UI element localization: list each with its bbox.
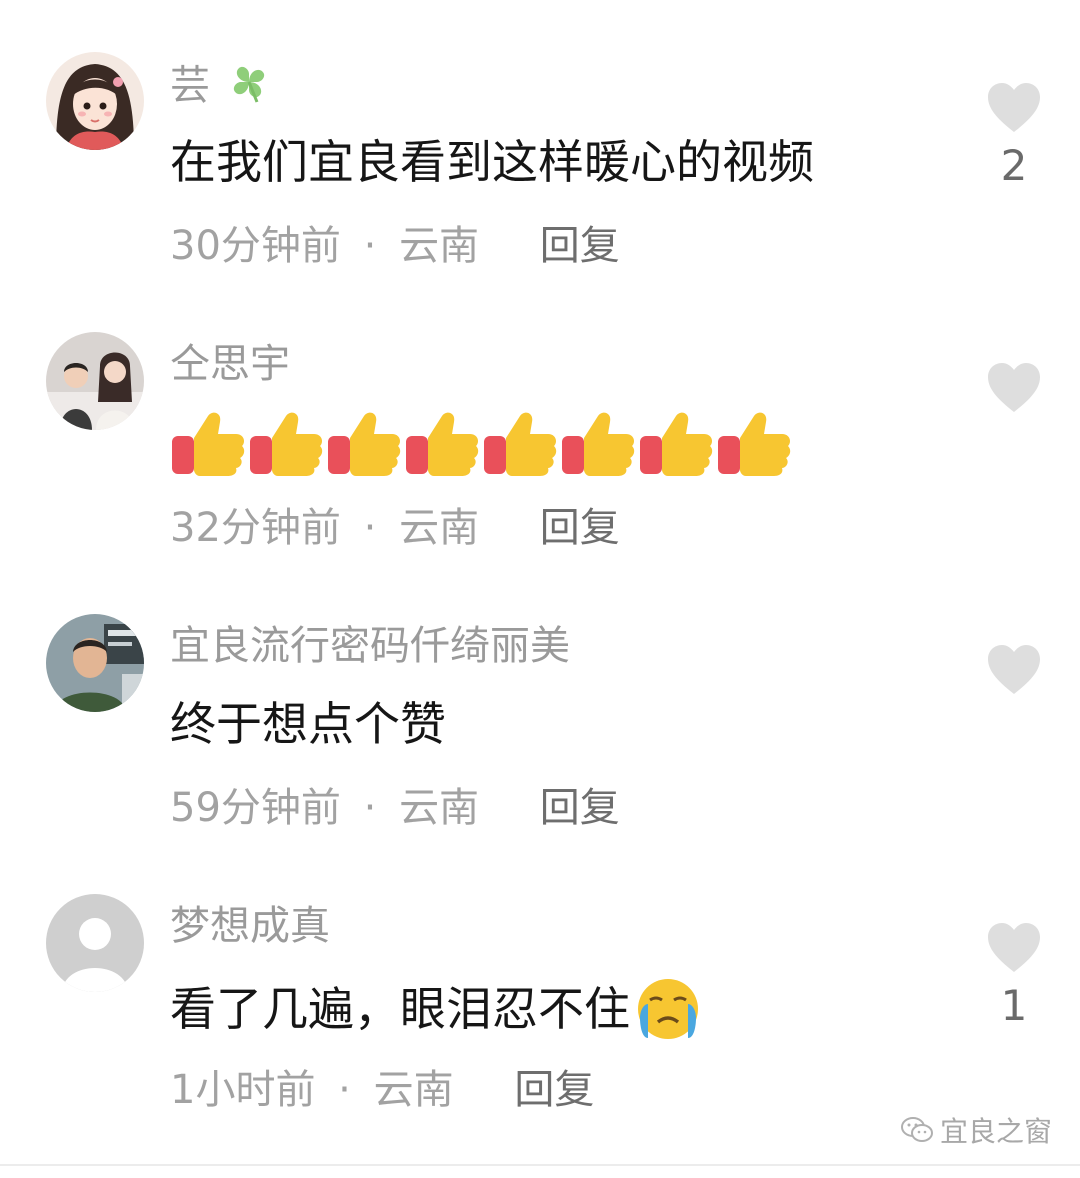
comment-location: 云南 [399, 505, 480, 551]
meta-separator: · [363, 785, 377, 831]
reply-button[interactable]: 回复 [540, 223, 620, 269]
comment-meta: 59分钟前 · 云南 回复 [170, 784, 620, 832]
username[interactable]: 仝思宇 [170, 340, 290, 388]
four-leaf-clover-icon [227, 60, 271, 115]
heart-icon [988, 83, 1040, 132]
comment-item: 仝思宇 32分钟前 · 云南 回复 [0, 290, 1080, 570]
avatar[interactable] [46, 332, 144, 430]
comment-text: 看了几遍，眼泪忍不住 [170, 982, 630, 1036]
comment-location: 云南 [399, 785, 480, 831]
watermark: 宜良之窗 [900, 1110, 1052, 1150]
avatar[interactable] [46, 52, 144, 150]
comment-text: 终于想点个赞 [170, 697, 446, 751]
meta-separator: · [338, 1067, 351, 1113]
username[interactable]: 宜良流行密码仟绮丽美 [170, 622, 570, 670]
bottom-divider [0, 1164, 1080, 1166]
comment-text: 在我们宜良看到这样暖心的视频 [170, 135, 814, 189]
comment-time: 1小时前 [170, 1067, 316, 1113]
username[interactable]: 芸 [170, 60, 271, 115]
comment-time: 32分钟前 [170, 505, 341, 551]
thumbs-up-emoji [640, 412, 713, 476]
thumbs-up-emoji [328, 412, 401, 476]
loudly-crying-face-emoji [638, 979, 698, 1039]
comment-meta: 30分钟前 · 云南 回复 [170, 222, 620, 270]
avatar[interactable] [46, 894, 144, 992]
comment-text-row: 看了几遍，眼泪忍不住 [170, 976, 704, 1042]
like-button[interactable]: 2 [984, 82, 1044, 190]
like-button[interactable]: 1 [984, 922, 1044, 1030]
thumbs-up-emoji [250, 412, 323, 476]
avatar[interactable] [46, 614, 144, 712]
thumbs-up-emoji [406, 412, 479, 476]
comment-location: 云南 [399, 223, 480, 269]
thumbs-up-emoji [172, 412, 245, 476]
watermark-text: 宜良之窗 [940, 1115, 1053, 1148]
username-text: 芸 [170, 62, 210, 109]
like-count: 1 [1000, 981, 1028, 1030]
like-count: 2 [1000, 141, 1028, 190]
heart-icon [988, 923, 1040, 972]
thumbs-up-emoji-row [170, 408, 792, 478]
like-button[interactable] [984, 362, 1044, 414]
meta-separator: · [363, 223, 377, 269]
heart-icon [988, 645, 1040, 694]
reply-button[interactable]: 回复 [540, 505, 620, 551]
username[interactable]: 梦想成真 [170, 902, 330, 950]
thumbs-up-emoji [562, 412, 635, 476]
comment-meta: 1小时前 · 云南 回复 [170, 1066, 594, 1114]
reply-button[interactable]: 回复 [540, 785, 620, 831]
comment-meta: 32分钟前 · 云南 回复 [170, 504, 620, 552]
comment-location: 云南 [373, 1067, 454, 1113]
wechat-icon [901, 1117, 933, 1142]
like-button[interactable] [984, 644, 1044, 696]
heart-icon [988, 363, 1040, 412]
comment-time: 59分钟前 [170, 785, 341, 831]
thumbs-up-emoji [718, 412, 791, 476]
reply-button[interactable]: 回复 [514, 1067, 594, 1113]
meta-separator: · [363, 505, 377, 551]
thumbs-up-emoji [484, 412, 557, 476]
comment-item: 宜良流行密码仟绮丽美 终于想点个赞 59分钟前 · 云南 回复 [0, 570, 1080, 860]
comment-item: 芸 在我们宜良看到这样暖心的视频 30分钟前 · 云南 回复 2 [0, 0, 1080, 290]
comment-time: 30分钟前 [170, 223, 341, 269]
